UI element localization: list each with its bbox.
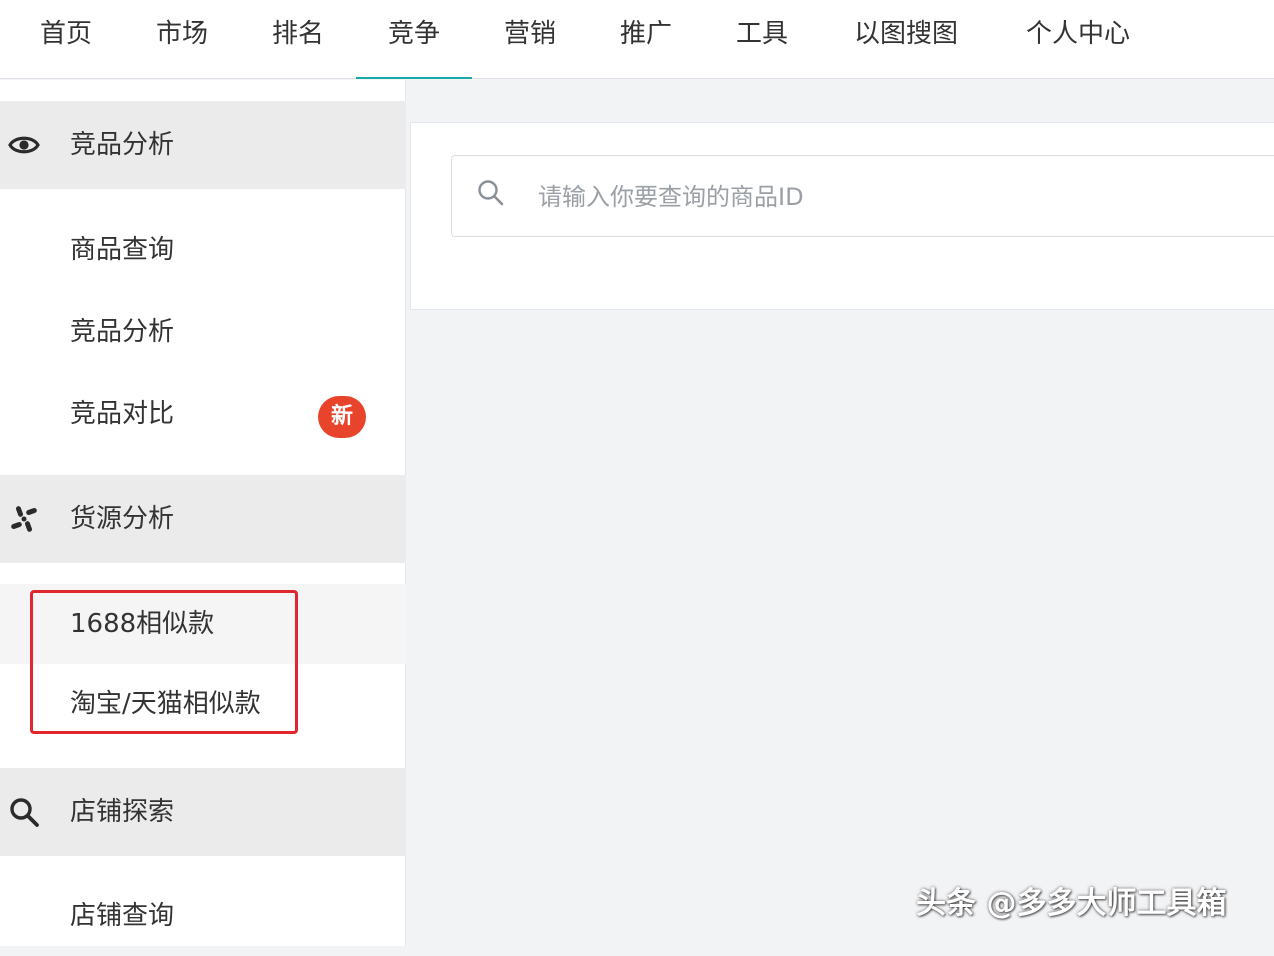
new-badge: 新 [318,396,366,438]
nav-item-home[interactable]: 首页 [24,0,108,79]
nav-item-competition[interactable]: 竞争 [356,0,472,79]
sidebar-item-competitor-analysis[interactable]: 竞品分析 [0,292,406,372]
sidebar-group-source-analysis[interactable]: 货源分析 [0,475,406,563]
nav-item-market[interactable]: 市场 [140,0,224,79]
nav-item-ranking[interactable]: 排名 [256,0,340,79]
sidebar-item-label: 商品查询 [70,235,175,265]
product-id-search-input[interactable] [536,172,1240,222]
top-nav: 首页 市场 排名 竞争 营销 推广 工具 以图搜图 个人中心 [0,0,1274,79]
sidebar-group-label: 店铺探索 [70,797,175,827]
search-icon [10,798,39,827]
sidebar-item-product-query[interactable]: 商品查询 [0,210,406,290]
sidebar-group-label: 竞品分析 [70,130,175,160]
sidebar-item-store-query[interactable]: 店铺查询 [0,876,406,956]
watermark: 头条 @多多大师工具箱 [916,886,1227,921]
nav-item-tools[interactable]: 工具 [720,0,804,79]
highlight-box [30,590,298,734]
nav-item-marketing[interactable]: 营销 [488,0,572,79]
pinwheel-icon [11,506,37,532]
nav-item-user-center[interactable]: 个人中心 [1008,0,1148,79]
sidebar-item-label: 竞品对比 [70,399,175,429]
eye-icon [8,136,40,154]
sidebar-group-store-explore[interactable]: 店铺探索 [0,768,406,856]
sidebar-group-label: 货源分析 [70,504,175,534]
sidebar-item-label: 竞品分析 [70,317,175,347]
sidebar-item-label: 店铺查询 [70,901,175,931]
sidebar-group-competitor-analysis[interactable]: 竞品分析 [0,101,406,189]
nav-item-image-search[interactable]: 以图搜图 [838,0,974,79]
search-icon [478,180,504,206]
nav-item-promotion[interactable]: 推广 [604,0,688,79]
